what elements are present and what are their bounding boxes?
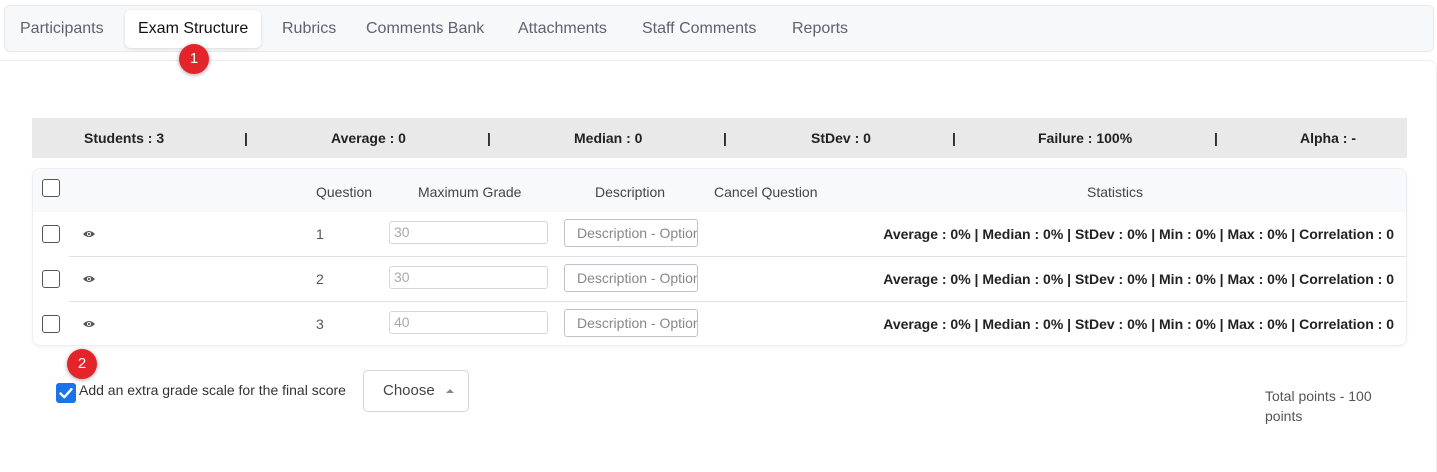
maximum-grade-input[interactable]: 30 [389,221,548,244]
table-row: 1 30 Description - Optional Average : 0%… [33,212,1406,257]
tab-participants[interactable]: Participants [7,10,117,48]
header-description: Description [595,184,666,200]
dropdown-label: Choose [383,382,435,399]
header-cancel-question: Cancel Question [714,184,818,200]
summary-median: Median : 0 [574,130,643,146]
question-statistics: Average : 0% | Median : 0% | StDev : 0% … [883,316,1394,332]
annotation-badge-2: 2 [67,349,97,379]
total-points: Total points - 100 points [1265,388,1372,424]
checkmark-icon [59,388,73,399]
question-statistics: Average : 0% | Median : 0% | StDev : 0% … [883,226,1394,242]
caret-up-icon [446,389,454,393]
question-number: 3 [316,316,324,332]
annotation-badge-1: 1 [179,44,209,74]
question-number: 1 [316,226,324,242]
header-maximum-grade: Maximum Grade [418,184,522,200]
summary-alpha: Alpha : - [1300,130,1356,146]
tab-bar: Participants Exam Structure Rubrics Comm… [4,5,1434,52]
description-input[interactable]: Description - Optional [564,264,698,292]
eye-icon[interactable] [82,319,96,329]
table-row: 2 30 Description - Optional Average : 0%… [33,257,1406,302]
question-number: 2 [316,271,324,287]
tab-rubrics[interactable]: Rubrics [269,10,349,48]
questions-table: Question Maximum Grade Description Cance… [32,168,1407,346]
maximum-grade-input[interactable]: 40 [389,311,548,334]
question-statistics: Average : 0% | Median : 0% | StDev : 0% … [883,271,1394,287]
summary-separator: | [1214,130,1218,146]
tab-reports[interactable]: Reports [779,10,861,48]
summary-separator: | [952,130,956,146]
row-select-checkbox[interactable] [42,225,60,243]
summary-failure: Failure : 100% [1038,130,1133,146]
tab-attachments[interactable]: Attachments [505,10,620,48]
extra-grade-scale-label: Add an extra grade scale for the final s… [79,382,346,398]
summary-average: Average : 0 [331,130,406,146]
eye-icon[interactable] [82,274,96,284]
row-select-checkbox[interactable] [42,315,60,333]
eye-icon[interactable] [82,229,96,239]
maximum-grade-input[interactable]: 30 [389,266,548,289]
table-header: Question Maximum Grade Description Cance… [33,169,1406,212]
header-question: Question [316,184,373,200]
select-all-checkbox[interactable] [42,179,60,197]
summary-students: Students : 3 [84,130,165,146]
header-statistics: Statistics [1087,184,1144,200]
tab-exam-structure[interactable]: Exam Structure [125,10,262,48]
tab-comments-bank[interactable]: Comments Bank [353,10,497,48]
description-input[interactable]: Description - Optional [564,309,698,337]
summary-separator: | [244,130,248,146]
extra-grade-scale-checkbox[interactable] [56,383,76,403]
summary-separator: | [723,130,727,146]
description-input[interactable]: Description - Optional [564,219,698,247]
summary-stdev: StDev : 0 [811,130,871,146]
tab-staff-comments[interactable]: Staff Comments [629,10,769,48]
table-row: 3 40 Description - Optional Average : 0%… [33,302,1406,347]
grade-scale-dropdown[interactable]: Choose [363,370,469,412]
exam-summary-bar: Students : 3 | Average : 0 | Median : 0 … [32,118,1407,158]
row-select-checkbox[interactable] [42,270,60,288]
summary-separator: | [487,130,491,146]
